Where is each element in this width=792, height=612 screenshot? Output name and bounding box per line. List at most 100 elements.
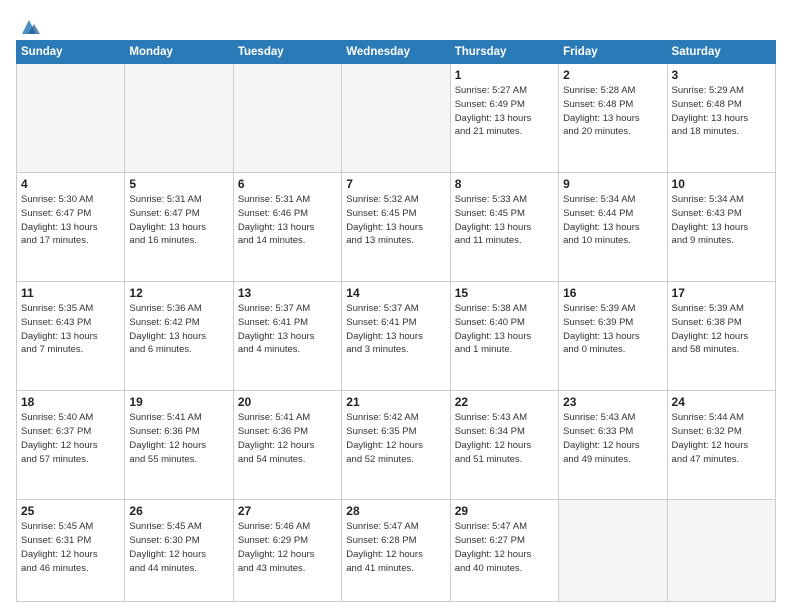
day-info: Sunrise: 5:41 AM Sunset: 6:36 PM Dayligh… (238, 411, 337, 466)
day-number: 6 (238, 177, 337, 191)
calendar-table: SundayMondayTuesdayWednesdayThursdayFrid… (16, 40, 776, 602)
day-info: Sunrise: 5:43 AM Sunset: 6:34 PM Dayligh… (455, 411, 554, 466)
day-info: Sunrise: 5:47 AM Sunset: 6:28 PM Dayligh… (346, 520, 445, 575)
day-number: 21 (346, 395, 445, 409)
day-number: 5 (129, 177, 228, 191)
day-info: Sunrise: 5:32 AM Sunset: 6:45 PM Dayligh… (346, 193, 445, 248)
calendar-cell: 12 Sunrise: 5:36 AM Sunset: 6:42 PM Dayli… (125, 282, 233, 391)
calendar-week-row: 4 Sunrise: 5:30 AM Sunset: 6:47 PM Daylig… (17, 173, 776, 282)
day-number: 27 (238, 504, 337, 518)
day-info: Sunrise: 5:35 AM Sunset: 6:43 PM Dayligh… (21, 302, 120, 357)
calendar-cell (233, 64, 341, 173)
calendar-cell: 8Sunrise: 5:33 AM Sunset: 6:45 PM Daylig… (450, 173, 558, 282)
calendar-cell (125, 64, 233, 173)
logo-icon (18, 16, 40, 38)
day-info: Sunrise: 5:47 AM Sunset: 6:27 PM Dayligh… (455, 520, 554, 575)
page: SundayMondayTuesdayWednesdayThursdayFrid… (0, 0, 792, 612)
calendar-cell: 28 Sunrise: 5:47 AM Sunset: 6:28 PM Dayli… (342, 500, 450, 602)
calendar-cell: 18 Sunrise: 5:40 AM Sunset: 6:37 PM Dayli… (17, 391, 125, 500)
day-info: Sunrise: 5:41 AM Sunset: 6:36 PM Dayligh… (129, 411, 228, 466)
day-number: 11 (21, 286, 120, 300)
day-header-thursday: Thursday (450, 41, 558, 64)
day-number: 3 (672, 68, 771, 82)
day-number: 12 (129, 286, 228, 300)
day-header-friday: Friday (559, 41, 667, 64)
calendar-cell: 2 Sunrise: 5:28 AM Sunset: 6:48 PM Daylig… (559, 64, 667, 173)
day-number: 15 (455, 286, 554, 300)
calendar-week-row: 25Sunrise: 5:45 AM Sunset: 6:31 PM Dayli… (17, 500, 776, 602)
day-number: 7 (346, 177, 445, 191)
calendar-cell: 11 Sunrise: 5:35 AM Sunset: 6:43 PM Dayli… (17, 282, 125, 391)
day-info: Sunrise: 5:37 AM Sunset: 6:41 PM Dayligh… (238, 302, 337, 357)
day-number: 28 (346, 504, 445, 518)
day-info: Sunrise: 5:38 AM Sunset: 6:40 PM Dayligh… (455, 302, 554, 357)
calendar-cell (559, 500, 667, 602)
day-info: Sunrise: 5:39 AM Sunset: 6:38 PM Dayligh… (672, 302, 771, 357)
day-number: 2 (563, 68, 662, 82)
day-info: Sunrise: 5:42 AM Sunset: 6:35 PM Dayligh… (346, 411, 445, 466)
calendar-cell: 15 Sunrise: 5:38 AM Sunset: 6:40 PM Dayli… (450, 282, 558, 391)
day-info: Sunrise: 5:29 AM Sunset: 6:48 PM Dayligh… (672, 84, 771, 139)
day-info: Sunrise: 5:39 AM Sunset: 6:39 PM Dayligh… (563, 302, 662, 357)
days-header-row: SundayMondayTuesdayWednesdayThursdayFrid… (17, 41, 776, 64)
calendar-cell: 3 Sunrise: 5:29 AM Sunset: 6:48 PM Daylig… (667, 64, 775, 173)
day-number: 17 (672, 286, 771, 300)
day-number: 13 (238, 286, 337, 300)
calendar-cell: 21 Sunrise: 5:42 AM Sunset: 6:35 PM Dayli… (342, 391, 450, 500)
calendar-cell: 5 Sunrise: 5:31 AM Sunset: 6:47 PM Daylig… (125, 173, 233, 282)
day-number: 18 (21, 395, 120, 409)
day-info: Sunrise: 5:37 AM Sunset: 6:41 PM Dayligh… (346, 302, 445, 357)
day-info: Sunrise: 5:31 AM Sunset: 6:47 PM Dayligh… (129, 193, 228, 248)
header (16, 12, 776, 34)
calendar-cell: 7 Sunrise: 5:32 AM Sunset: 6:45 PM Daylig… (342, 173, 450, 282)
day-info: Sunrise: 5:44 AM Sunset: 6:32 PM Dayligh… (672, 411, 771, 466)
day-info: Sunrise: 5:46 AM Sunset: 6:29 PM Dayligh… (238, 520, 337, 575)
calendar-cell: 17 Sunrise: 5:39 AM Sunset: 6:38 PM Dayli… (667, 282, 775, 391)
calendar-cell: 14 Sunrise: 5:37 AM Sunset: 6:41 PM Dayli… (342, 282, 450, 391)
day-info: Sunrise: 5:31 AM Sunset: 6:46 PM Dayligh… (238, 193, 337, 248)
day-info: Sunrise: 5:30 AM Sunset: 6:47 PM Dayligh… (21, 193, 120, 248)
calendar-cell: 1 Sunrise: 5:27 AM Sunset: 6:49 PM Daylig… (450, 64, 558, 173)
calendar-cell: 23 Sunrise: 5:43 AM Sunset: 6:33 PM Dayli… (559, 391, 667, 500)
day-header-wednesday: Wednesday (342, 41, 450, 64)
day-info: Sunrise: 5:28 AM Sunset: 6:48 PM Dayligh… (563, 84, 662, 139)
day-number: 20 (238, 395, 337, 409)
calendar-week-row: 18 Sunrise: 5:40 AM Sunset: 6:37 PM Dayli… (17, 391, 776, 500)
day-info: Sunrise: 5:27 AM Sunset: 6:49 PM Dayligh… (455, 84, 554, 139)
day-number: 22 (455, 395, 554, 409)
calendar-cell: 20 Sunrise: 5:41 AM Sunset: 6:36 PM Dayli… (233, 391, 341, 500)
calendar-cell: 22 Sunrise: 5:43 AM Sunset: 6:34 PM Dayli… (450, 391, 558, 500)
calendar-cell: 6 Sunrise: 5:31 AM Sunset: 6:46 PM Daylig… (233, 173, 341, 282)
logo (16, 16, 40, 34)
calendar-cell: 13 Sunrise: 5:37 AM Sunset: 6:41 PM Dayli… (233, 282, 341, 391)
day-number: 10 (672, 177, 771, 191)
calendar-cell: 19 Sunrise: 5:41 AM Sunset: 6:36 PM Dayli… (125, 391, 233, 500)
day-number: 16 (563, 286, 662, 300)
calendar-cell: 10 Sunrise: 5:34 AM Sunset: 6:43 PM Dayli… (667, 173, 775, 282)
day-number: 25 (21, 504, 120, 518)
day-header-saturday: Saturday (667, 41, 775, 64)
day-number: 29 (455, 504, 554, 518)
calendar-cell: 9Sunrise: 5:34 AM Sunset: 6:44 PM Daylig… (559, 173, 667, 282)
calendar-cell: 29 Sunrise: 5:47 AM Sunset: 6:27 PM Dayli… (450, 500, 558, 602)
day-info: Sunrise: 5:36 AM Sunset: 6:42 PM Dayligh… (129, 302, 228, 357)
day-number: 1 (455, 68, 554, 82)
day-number: 14 (346, 286, 445, 300)
day-info: Sunrise: 5:43 AM Sunset: 6:33 PM Dayligh… (563, 411, 662, 466)
calendar-cell: 16 Sunrise: 5:39 AM Sunset: 6:39 PM Dayli… (559, 282, 667, 391)
day-number: 24 (672, 395, 771, 409)
day-info: Sunrise: 5:40 AM Sunset: 6:37 PM Dayligh… (21, 411, 120, 466)
day-header-sunday: Sunday (17, 41, 125, 64)
day-number: 4 (21, 177, 120, 191)
day-header-tuesday: Tuesday (233, 41, 341, 64)
calendar-week-row: 11 Sunrise: 5:35 AM Sunset: 6:43 PM Dayli… (17, 282, 776, 391)
day-number: 23 (563, 395, 662, 409)
calendar-cell: 26Sunrise: 5:45 AM Sunset: 6:30 PM Dayli… (125, 500, 233, 602)
day-info: Sunrise: 5:34 AM Sunset: 6:43 PM Dayligh… (672, 193, 771, 248)
day-info: Sunrise: 5:33 AM Sunset: 6:45 PM Dayligh… (455, 193, 554, 248)
calendar-cell (667, 500, 775, 602)
day-header-monday: Monday (125, 41, 233, 64)
calendar-cell (17, 64, 125, 173)
day-number: 19 (129, 395, 228, 409)
calendar-cell: 4 Sunrise: 5:30 AM Sunset: 6:47 PM Daylig… (17, 173, 125, 282)
